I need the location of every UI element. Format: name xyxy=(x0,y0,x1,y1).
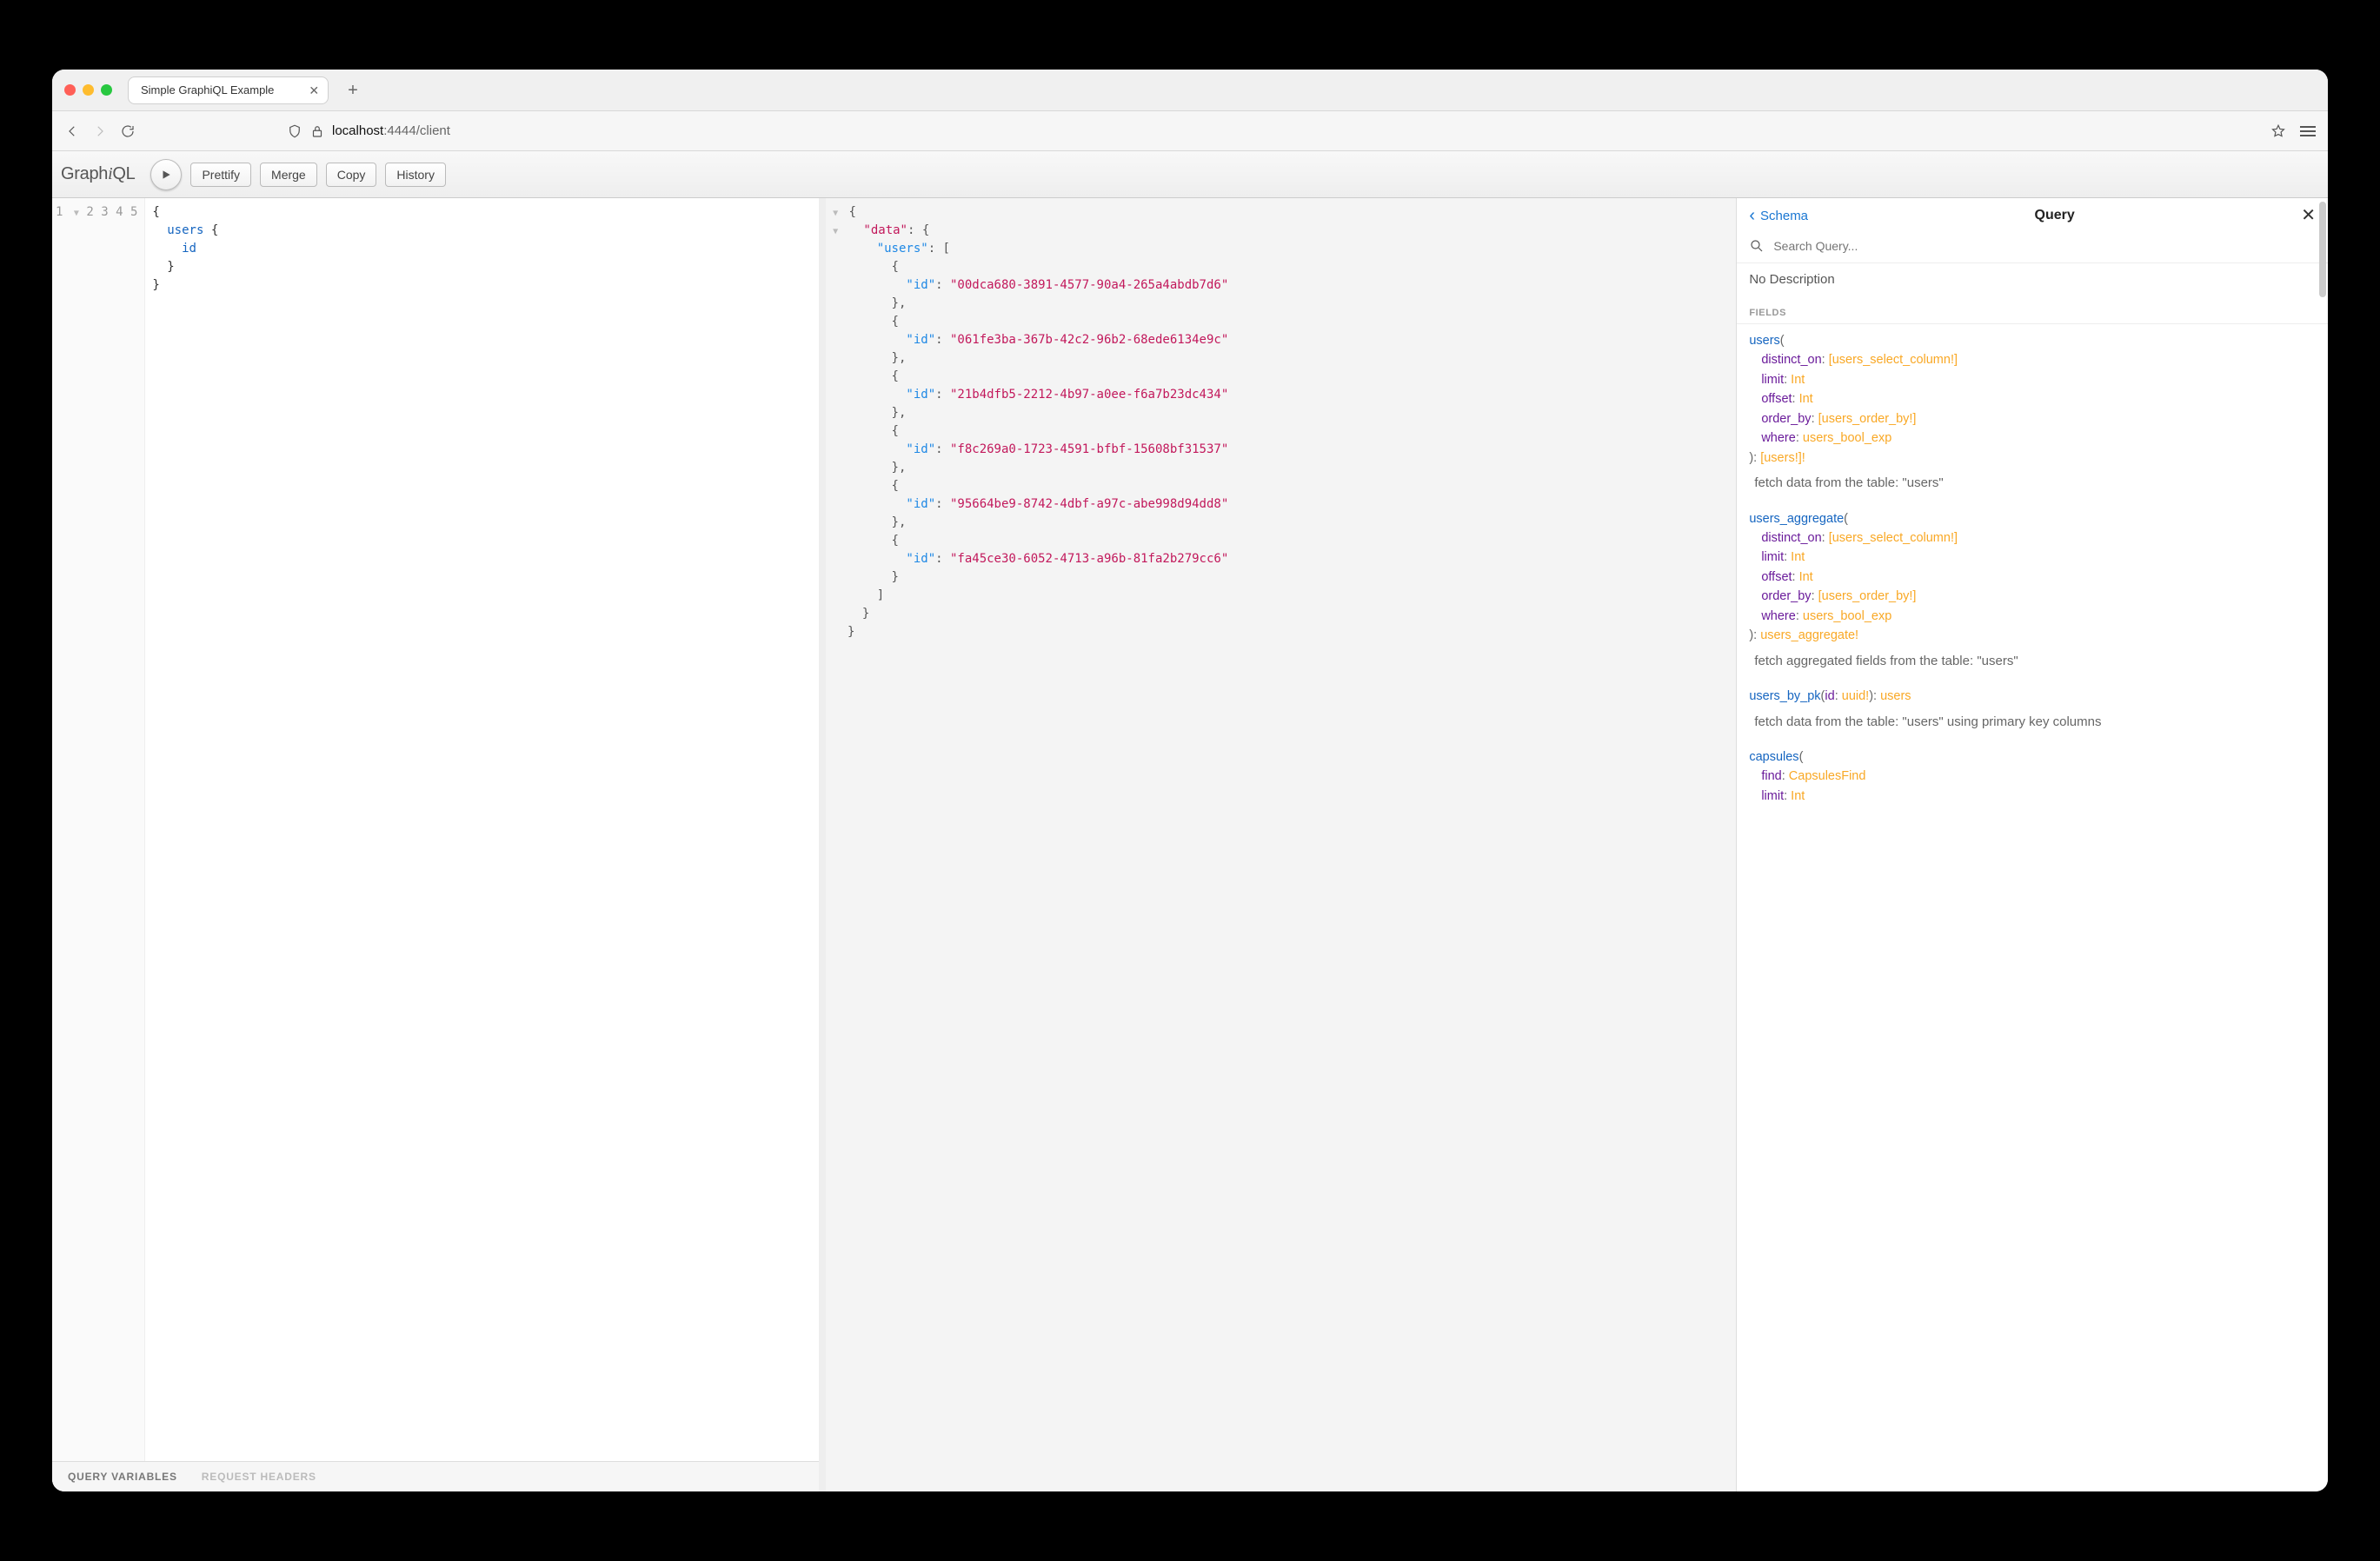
search-icon xyxy=(1749,238,1765,254)
url-bar: localhost:4444/client xyxy=(52,111,2328,151)
docs-pane: ‹ Schema Query ✕ No Description FIELDS u… xyxy=(1736,198,2328,1491)
docs-back-button[interactable]: ‹ Schema xyxy=(1749,209,1808,223)
close-window-button[interactable] xyxy=(64,84,76,96)
maximize-window-button[interactable] xyxy=(101,84,112,96)
docs-title: Query xyxy=(2035,208,2075,223)
docs-close-icon[interactable]: ✕ xyxy=(2301,207,2316,224)
field-item[interactable]: users(distinct_on: [users_select_column!… xyxy=(1749,331,2316,494)
query-variables-tab[interactable]: QUERY VARIABLES xyxy=(68,1471,177,1483)
field-item[interactable]: users_aggregate(distinct_on: [users_sele… xyxy=(1749,509,2316,672)
history-button[interactable]: History xyxy=(385,163,446,187)
menu-icon[interactable] xyxy=(2300,126,2316,136)
result-pane[interactable]: ▼ { ▼ "data": { "users": [ { "id": "00dc… xyxy=(826,198,1736,1491)
shield-icon xyxy=(287,123,302,139)
docs-search-input[interactable] xyxy=(1773,239,2316,253)
graphiql-toolbar: GraphiQL Prettify Merge Copy History xyxy=(52,151,2328,198)
chevron-left-icon: ‹ xyxy=(1749,211,1755,220)
query-code[interactable]: { users { id } } xyxy=(145,198,225,1461)
url-host: localhost xyxy=(332,123,383,138)
lock-icon xyxy=(309,123,325,139)
query-editor[interactable]: 1 ▼ 2 3 4 5 { users { id } } xyxy=(52,198,819,1461)
main-area: 1 ▼ 2 3 4 5 { users { id } } QUERY VARIA… xyxy=(52,198,2328,1491)
docs-description: No Description xyxy=(1737,263,2328,296)
forward-icon[interactable] xyxy=(92,123,108,139)
url-path: :4444/client xyxy=(383,123,450,138)
copy-button[interactable]: Copy xyxy=(326,163,377,187)
bookmark-star-icon[interactable] xyxy=(2270,123,2286,139)
tab-title: Simple GraphiQL Example xyxy=(141,83,274,96)
docs-search xyxy=(1737,233,2328,262)
url-field[interactable]: localhost:4444/client xyxy=(287,123,2258,139)
prettify-button[interactable]: Prettify xyxy=(190,163,251,187)
result-json: ▼ { ▼ "data": { "users": [ { "id": "00dc… xyxy=(826,198,1736,647)
docs-fields-label: FIELDS xyxy=(1737,296,2328,324)
browser-tab[interactable]: Simple GraphiQL Example ✕ xyxy=(128,76,329,104)
docs-scrollbar[interactable] xyxy=(2319,202,2326,1488)
titlebar: Simple GraphiQL Example ✕ + xyxy=(52,70,2328,111)
field-item[interactable]: capsules(find: CapsulesFindlimit: Int xyxy=(1749,747,2316,806)
editor-footer-tabs: QUERY VARIABLES REQUEST HEADERS xyxy=(52,1461,819,1491)
docs-fields-list: users(distinct_on: [users_select_column!… xyxy=(1737,324,2328,856)
browser-window: Simple GraphiQL Example ✕ + localhost:44… xyxy=(52,70,2328,1491)
reload-icon[interactable] xyxy=(120,123,136,139)
close-tab-icon[interactable]: ✕ xyxy=(309,84,319,96)
merge-button[interactable]: Merge xyxy=(260,163,317,187)
query-editor-pane: 1 ▼ 2 3 4 5 { users { id } } QUERY VARIA… xyxy=(52,198,826,1491)
new-tab-button[interactable]: + xyxy=(336,82,370,99)
back-icon[interactable] xyxy=(64,123,80,139)
nav-controls xyxy=(64,123,136,139)
graphiql-logo: GraphiQL xyxy=(61,164,135,184)
minimize-window-button[interactable] xyxy=(83,84,94,96)
execute-button[interactable] xyxy=(150,159,182,190)
window-controls xyxy=(64,84,112,96)
docs-header: ‹ Schema Query ✕ xyxy=(1737,198,2328,233)
request-headers-tab[interactable]: REQUEST HEADERS xyxy=(202,1471,316,1483)
field-item[interactable]: users_by_pk(id: uuid!): usersfetch data … xyxy=(1749,687,2316,732)
line-gutter: 1 ▼ 2 3 4 5 xyxy=(52,198,145,1461)
